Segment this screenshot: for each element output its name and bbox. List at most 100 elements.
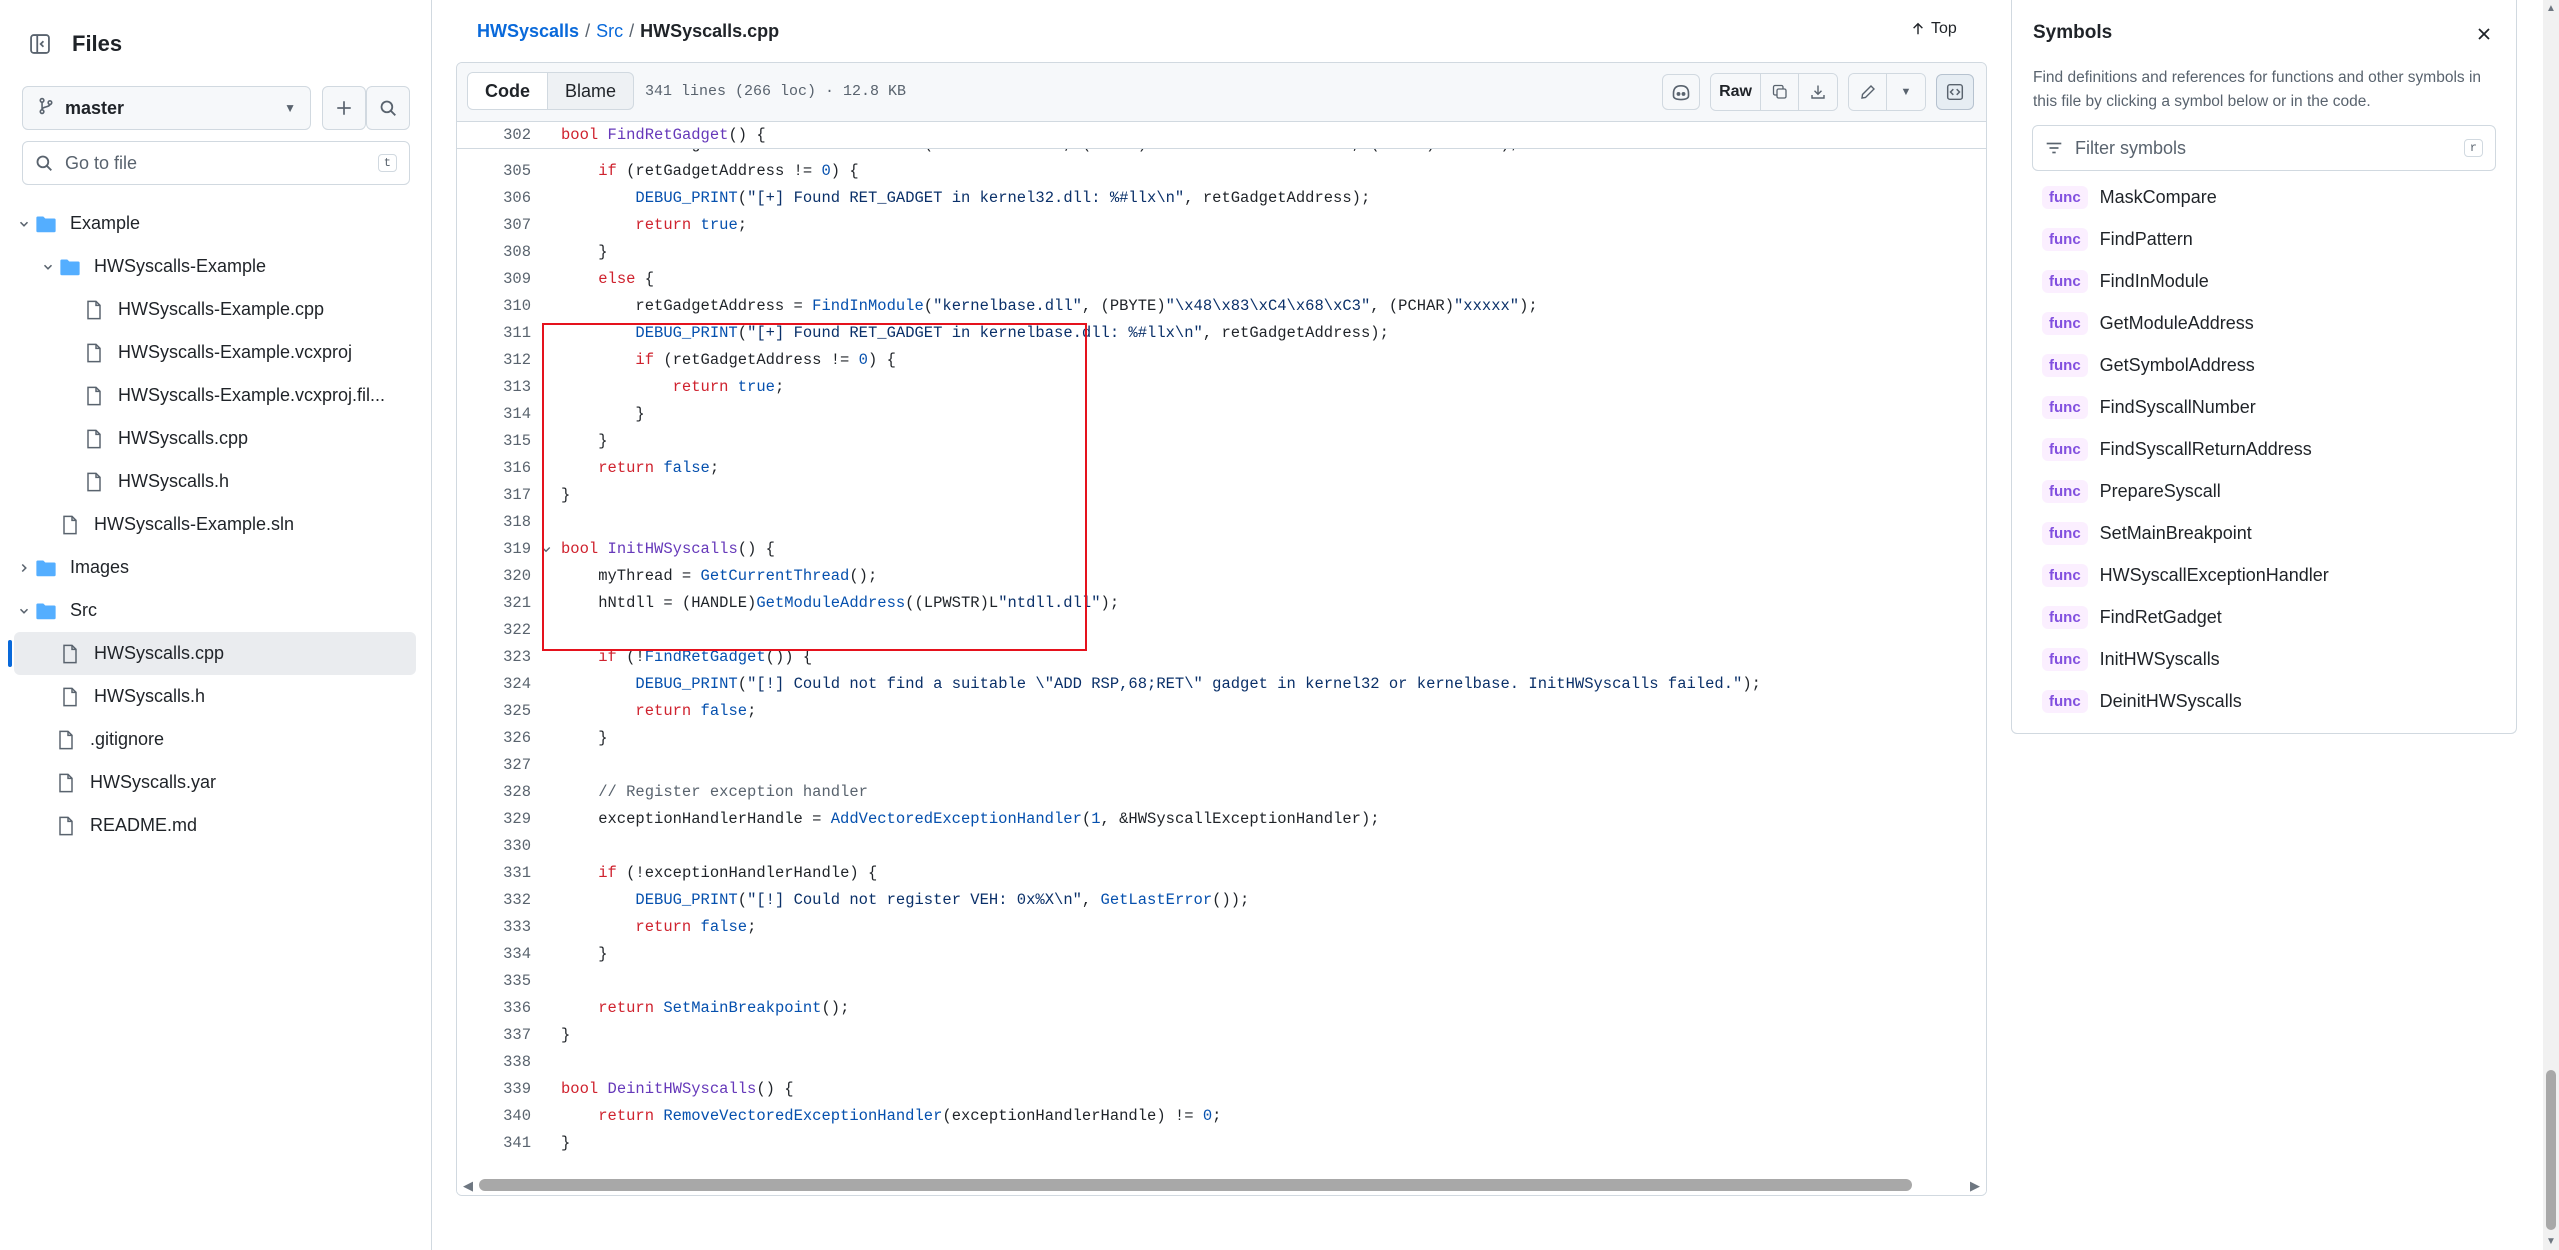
line-number[interactable]: 324 xyxy=(457,675,531,693)
code-line[interactable]: 321 hNtdll = (HANDLE)GetModuleAddress((L… xyxy=(457,589,1986,616)
tree-file[interactable]: HWSyscalls-Example.cpp xyxy=(14,288,416,331)
code-line[interactable]: 316 return false; xyxy=(457,454,1986,481)
code-line[interactable]: 319 bool InitHWSyscalls() { xyxy=(457,535,1986,562)
line-number[interactable]: 340 xyxy=(457,1107,531,1125)
code-line[interactable]: 310 retGadgetAddress = FindInModule("ker… xyxy=(457,292,1986,319)
breadcrumb-folder-link[interactable]: Src xyxy=(596,21,623,42)
symbol-item[interactable]: func MaskCompare xyxy=(2032,176,2498,218)
line-number[interactable]: 321 xyxy=(457,594,531,612)
symbol-item[interactable]: func PrepareSyscall xyxy=(2032,470,2498,512)
tree-file[interactable]: HWSyscalls.h xyxy=(14,460,416,503)
tree-folder[interactable]: HWSyscalls-Example xyxy=(14,245,416,288)
line-number[interactable]: 325 xyxy=(457,702,531,720)
symbol-item[interactable]: func FindSyscallReturnAddress xyxy=(2032,428,2498,470)
symbol-item[interactable]: func InitHWSyscalls xyxy=(2032,638,2498,680)
chevron-down-icon[interactable] xyxy=(38,260,58,274)
filter-symbols-field[interactable]: r xyxy=(2032,125,2496,171)
sticky-function-header[interactable]: 302 bool FindRetGadget() { xyxy=(457,122,1986,149)
code-line[interactable]: 339 bool DeinitHWSyscalls() { xyxy=(457,1075,1986,1102)
line-number[interactable]: 339 xyxy=(457,1080,531,1098)
copilot-button[interactable] xyxy=(1662,74,1701,110)
line-number[interactable]: 335 xyxy=(457,972,531,990)
code-line[interactable]: 314 } xyxy=(457,400,1986,427)
search-files-button[interactable] xyxy=(366,86,410,130)
line-number[interactable]: 309 xyxy=(457,270,531,288)
code-line[interactable]: 329 exceptionHandlerHandle = AddVectored… xyxy=(457,805,1986,832)
line-number[interactable]: 311 xyxy=(457,324,531,342)
line-number[interactable]: 307 xyxy=(457,216,531,234)
line-number[interactable]: 337 xyxy=(457,1026,531,1044)
raw-button[interactable]: Raw xyxy=(1711,74,1761,110)
code-line[interactable]: 322 xyxy=(457,616,1986,643)
line-number[interactable]: 312 xyxy=(457,351,531,369)
scroll-up-icon[interactable]: ▲ xyxy=(2546,3,2556,14)
tree-folder[interactable]: Images xyxy=(14,546,416,589)
code-line[interactable]: 327 xyxy=(457,751,1986,778)
copy-raw-button[interactable] xyxy=(1761,74,1799,110)
line-number[interactable]: 330 xyxy=(457,837,531,855)
tree-file[interactable]: HWSyscalls-Example.vcxproj.fil... xyxy=(14,374,416,417)
line-number[interactable]: 315 xyxy=(457,432,531,450)
horizontal-scrollbar[interactable]: ◀ ▶ xyxy=(457,1173,1986,1195)
code-line[interactable]: 332 DEBUG_PRINT("[!] Could not register … xyxy=(457,886,1986,913)
line-number[interactable]: 320 xyxy=(457,567,531,585)
line-number[interactable]: 319 xyxy=(457,540,531,558)
close-symbols-button[interactable] xyxy=(2472,22,2496,46)
symbol-item[interactable]: func FindPattern xyxy=(2032,218,2498,260)
line-number[interactable]: 333 xyxy=(457,918,531,936)
code-line[interactable]: 340 return RemoveVectoredExceptionHandle… xyxy=(457,1102,1986,1129)
code-line[interactable]: 311 DEBUG_PRINT("[+] Found RET_GADGET in… xyxy=(457,319,1986,346)
line-number[interactable]: 306 xyxy=(457,189,531,207)
code-line[interactable]: 317} xyxy=(457,481,1986,508)
code-line[interactable]: 309 else { xyxy=(457,265,1986,292)
scrollbar-thumb[interactable] xyxy=(479,1179,1913,1191)
symbol-item[interactable]: func HWSyscallExceptionHandler xyxy=(2032,554,2498,596)
page-scrollbar[interactable]: ▲ ▼ xyxy=(2543,0,2559,1250)
line-number[interactable]: 332 xyxy=(457,891,531,909)
scroll-to-top-button[interactable]: Top xyxy=(1911,20,1957,38)
download-button[interactable] xyxy=(1799,74,1837,110)
line-number[interactable]: 334 xyxy=(457,945,531,963)
symbol-item[interactable]: func DeinitHWSyscalls xyxy=(2032,680,2498,722)
tree-file[interactable]: .gitignore xyxy=(14,718,416,761)
go-to-file-input[interactable] xyxy=(65,152,378,174)
branch-selector[interactable]: master ▼ xyxy=(22,86,311,130)
symbol-item[interactable]: func GetModuleAddress xyxy=(2032,302,2498,344)
line-number[interactable]: 336 xyxy=(457,999,531,1017)
scroll-left-icon[interactable]: ◀ xyxy=(463,1178,473,1194)
line-number[interactable]: 331 xyxy=(457,864,531,882)
filter-symbols-input[interactable] xyxy=(2075,137,2464,159)
breadcrumb-repo-link[interactable]: HWSyscalls xyxy=(477,21,579,42)
add-file-button[interactable] xyxy=(322,86,366,130)
line-number[interactable]: 316 xyxy=(457,459,531,477)
chevron-right-icon[interactable] xyxy=(14,561,34,575)
code-line[interactable]: 308 } xyxy=(457,238,1986,265)
line-number[interactable]: 329 xyxy=(457,810,531,828)
tab-code[interactable]: Code xyxy=(468,73,548,109)
code-line[interactable]: 324 DEBUG_PRINT("[!] Could not find a su… xyxy=(457,670,1986,697)
code-line[interactable]: 305 if (retGadgetAddress != 0) { xyxy=(457,157,1986,184)
chevron-down-icon[interactable] xyxy=(14,217,34,231)
tree-file[interactable]: HWSyscalls.cpp xyxy=(14,417,416,460)
tree-file[interactable]: HWSyscalls.h xyxy=(14,675,416,718)
code-line[interactable]: 333 return false; xyxy=(457,913,1986,940)
symbols-toggle-button[interactable] xyxy=(1936,74,1974,110)
chevron-down-icon[interactable] xyxy=(14,604,34,618)
symbol-item[interactable]: func GetSymbolAddress xyxy=(2032,344,2498,386)
page-scrollbar-thumb[interactable] xyxy=(2546,1070,2556,1230)
code-line[interactable]: 318 xyxy=(457,508,1986,535)
edit-button[interactable] xyxy=(1849,74,1887,110)
code-line[interactable]: 334 } xyxy=(457,940,1986,967)
code-line[interactable]: 337} xyxy=(457,1021,1986,1048)
line-number[interactable]: 317 xyxy=(457,486,531,504)
symbol-item[interactable]: func SetMainBreakpoint xyxy=(2032,512,2498,554)
scroll-right-icon[interactable]: ▶ xyxy=(1970,1178,1980,1194)
chevron-down-icon[interactable] xyxy=(531,543,561,555)
tree-file[interactable]: README.md xyxy=(14,804,416,847)
tab-blame[interactable]: Blame xyxy=(548,73,633,109)
line-number[interactable]: 327 xyxy=(457,756,531,774)
symbol-item[interactable]: func FindRetGadget xyxy=(2032,596,2498,638)
line-number[interactable]: 318 xyxy=(457,513,531,531)
code-line[interactable]: 331 if (!exceptionHandlerHandle) { xyxy=(457,859,1986,886)
line-number[interactable]: 341 xyxy=(457,1134,531,1152)
